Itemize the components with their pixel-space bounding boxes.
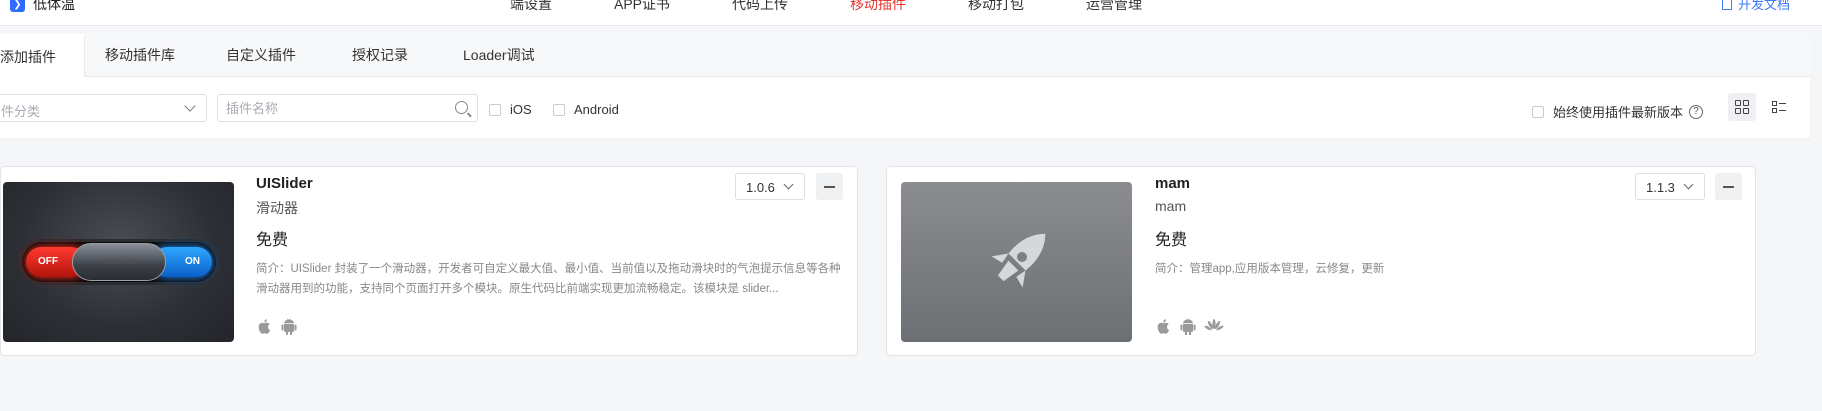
plugin-price: 免费 [256,232,289,249]
always-latest-checkbox[interactable]: 始终使用插件最新版本 ? [1532,102,1704,121]
rocket-icon [901,182,1132,342]
apple-icon [258,319,270,334]
checkbox-box[interactable] [1532,105,1544,118]
version-select[interactable]: 1.0.6 [735,173,805,200]
remove-plugin-button[interactable] [816,173,843,200]
plugin-page: ❯ 低体温 端设置 APP证书 代码上传 移动插件 移动打包 运营管理 开发文档… [0,0,1822,411]
plugin-thumbnail [901,182,1132,342]
nav-item-device-settings[interactable]: 端设置 [510,0,552,14]
category-select[interactable]: 件分类 [0,94,207,122]
app-logo[interactable]: ❯ 低体温 [10,0,75,14]
apple-icon [1157,319,1169,334]
nav-item-code-upload[interactable]: 代码上传 [732,0,788,14]
version-select[interactable]: 1.1.3 [1635,173,1705,200]
filter-bar: 件分类 iOS Android 始终使用插件最新版本 ? [0,77,1810,139]
nav-item-app-certificate[interactable]: APP证书 [614,0,670,14]
app-logo-icon: ❯ [10,0,25,12]
document-icon [1721,0,1732,10]
top-nav: 端设置 APP证书 代码上传 移动插件 移动打包 运营管理 [510,0,1204,14]
tab-mobile-plugin-library[interactable]: 移动插件库 [105,34,175,77]
plugin-description: 简介：UISlider 封装了一个滑动器，开发者可自定义最大值、最小值、当前值以… [256,263,841,295]
nav-item-operations[interactable]: 运营管理 [1086,0,1142,14]
android-filter-label: Android [574,102,619,117]
ios-filter-checkbox[interactable]: iOS [489,102,532,117]
plugin-price: 免费 [1155,232,1188,249]
ios-filter-label: iOS [510,102,532,117]
category-placeholder: 件分类 [1,104,41,119]
android-icon [281,318,297,335]
plugin-subtitle: mam [1155,198,1187,214]
tab-loader-debug[interactable]: Loader调试 [463,34,535,77]
android-icon [1180,318,1196,335]
chevron-down-icon [1683,179,1694,190]
app-name: 低体温 [33,0,75,12]
nav-item-mobile-packaging[interactable]: 移动打包 [968,0,1024,14]
plugin-name: UISlider [256,175,313,192]
checkbox-box[interactable] [553,103,565,116]
chevron-down-icon [184,100,196,112]
plugin-description: 简介：管理app,应用版本管理，云修复，更新 [1155,263,1385,275]
plugin-search-input[interactable] [226,95,446,121]
search-icon[interactable] [455,101,468,114]
always-latest-label: 始终使用插件最新版本 [1553,105,1684,120]
plugin-subtitle: 滑动器 [256,200,298,216]
platform-icons [1156,318,1224,335]
tab-custom-plugin[interactable]: 自定义插件 [226,34,296,77]
plugin-card[interactable]: OFF ON SLIDE ME UISlider 滑动器 免费 简介：UISli… [0,166,858,356]
plugin-search [217,94,478,122]
rocket-glyph [991,233,1045,288]
grid-view-button[interactable] [1728,93,1756,121]
plugin-card[interactable]: mam mam 免费 简介：管理app,应用版本管理，云修复，更新 1.1.3 [886,166,1756,356]
plugin-thumbnail: OFF ON SLIDE ME [3,182,234,342]
tab-bar: 添加插件 移动插件库 自定义插件 授权记录 Loader调试 [0,34,1810,78]
remove-plugin-button[interactable] [1715,173,1742,200]
grid-view-icon [1735,100,1749,114]
checkbox-box[interactable] [489,103,501,116]
version-value: 1.0.6 [746,180,775,195]
huawei-icon [1204,319,1224,331]
dev-docs-label: 开发文档 [1737,0,1790,12]
list-view-button[interactable] [1765,93,1793,121]
chevron-down-icon [783,179,794,190]
android-filter-checkbox[interactable]: Android [553,102,619,117]
platform-icons [257,318,297,335]
slider-track: OFF ON SLIDE ME [22,242,216,282]
plugin-name: mam [1155,175,1191,192]
tab-add-plugin[interactable]: 添加插件 [0,34,85,78]
version-value: 1.1.3 [1646,180,1675,195]
dev-docs-link[interactable]: 开发文档 [1721,0,1790,13]
help-icon[interactable]: ? [1689,104,1704,119]
nav-item-mobile-plugins[interactable]: 移动插件 [850,0,906,14]
slider-thumbnail-image: OFF ON SLIDE ME [3,182,234,342]
slider-knob: SLIDE ME [72,243,166,281]
list-view-icon [1772,101,1786,113]
tab-authorization-records[interactable]: 授权记录 [352,34,408,77]
top-header: ❯ 低体温 端设置 APP证书 代码上传 移动插件 移动打包 运营管理 开发文档 [0,0,1822,26]
